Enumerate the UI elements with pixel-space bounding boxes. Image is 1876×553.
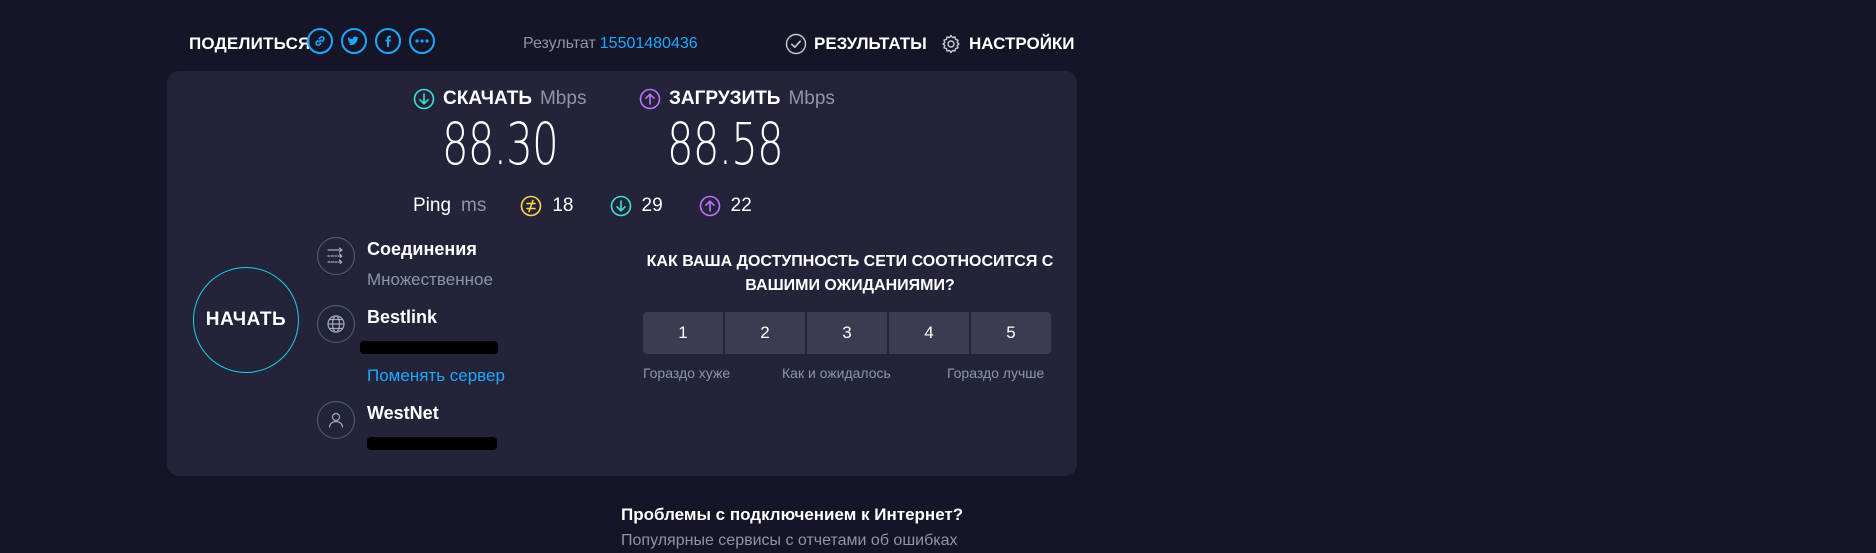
result-id-link[interactable]: 15501480436	[600, 35, 698, 52]
twitter-icon[interactable]	[341, 28, 367, 54]
upload-unit: Mbps	[788, 88, 835, 109]
ping-download-value: 29	[641, 195, 663, 216]
ping-label: Ping	[413, 195, 452, 216]
server-location-redacted	[360, 341, 498, 354]
rating-scale: 1 2 3 4 5	[643, 312, 1051, 354]
facebook-icon[interactable]	[375, 28, 401, 54]
rating-option-5[interactable]: 5	[971, 312, 1051, 354]
results-label: РЕЗУЛЬТАТЫ	[814, 34, 927, 53]
ping-row: Ping ms 18 29 22	[413, 195, 752, 217]
problems-subtitle[interactable]: Популярные сервисы с отчетами об ошибках	[621, 532, 958, 550]
provider-ip-redacted	[367, 437, 497, 450]
rating-option-2[interactable]: 2	[725, 312, 805, 354]
rating-option-1[interactable]: 1	[643, 312, 723, 354]
change-server-link[interactable]: Поменять сервер	[367, 366, 505, 386]
start-button[interactable]: НАЧАТЬ	[193, 267, 299, 373]
download-label: СКАЧАТЬ	[443, 88, 532, 109]
survey-question: КАК ВАША ДОСТУПНОСТЬ СЕТИ СООТНОСИТСЯ С …	[646, 253, 1054, 294]
idle-latency-icon	[521, 195, 542, 217]
link-icon[interactable]	[307, 28, 333, 54]
ping-upload: 22	[699, 195, 752, 217]
check-circle-icon	[785, 33, 807, 55]
problems-title: Проблемы с подключением к Интернет?	[621, 505, 964, 524]
connections-icon	[317, 237, 355, 275]
gear-icon	[942, 34, 960, 54]
upload-label: ЗАГРУЗИТЬ	[669, 88, 781, 109]
user-icon	[317, 401, 355, 439]
connections-value: Множественное	[367, 270, 493, 289]
globe-icon	[317, 305, 355, 343]
download-latency-icon	[610, 195, 631, 217]
rating-label-low: Гораздо хуже	[643, 365, 731, 381]
settings-label: НАСТРОЙКИ	[969, 34, 1075, 53]
upload-speed-value: 88.58	[667, 110, 784, 178]
rating-option-4[interactable]: 4	[889, 312, 969, 354]
ping-idle: 18	[520, 195, 574, 217]
upload-header: ЗАГРУЗИТЬ Mbps	[639, 88, 835, 110]
upload-arrow-icon	[639, 88, 661, 110]
share-label: ПОДЕЛИТЬСЯ	[189, 34, 311, 53]
results-nav-button[interactable]: РЕЗУЛЬТАТЫ	[785, 33, 927, 55]
connections-title: Соединения	[367, 239, 477, 259]
download-arrow-icon	[413, 88, 435, 110]
result-label: Результат	[523, 35, 596, 52]
settings-nav-button[interactable]: НАСТРОЙКИ	[940, 33, 1075, 55]
download-unit: Mbps	[539, 88, 587, 109]
download-speed-value: 88.30	[442, 110, 559, 178]
ping-download: 29	[610, 195, 663, 217]
provider-name: WestNet	[367, 403, 439, 423]
share-icons	[307, 28, 435, 54]
rating-option-3[interactable]: 3	[807, 312, 887, 354]
download-header: СКАЧАТЬ Mbps	[413, 88, 586, 110]
upload-latency-icon	[699, 195, 720, 217]
result-info: Результат 15501480436	[523, 35, 698, 53]
more-icon[interactable]	[409, 28, 435, 54]
rating-label-high: Гораздо лучше	[947, 365, 1045, 381]
ping-unit: ms	[461, 195, 487, 216]
rating-label-mid: Как и ожидалось	[782, 365, 891, 381]
ping-upload-value: 22	[730, 195, 752, 216]
ping-idle-value: 18	[552, 195, 574, 216]
server-name: Bestlink	[367, 307, 438, 327]
